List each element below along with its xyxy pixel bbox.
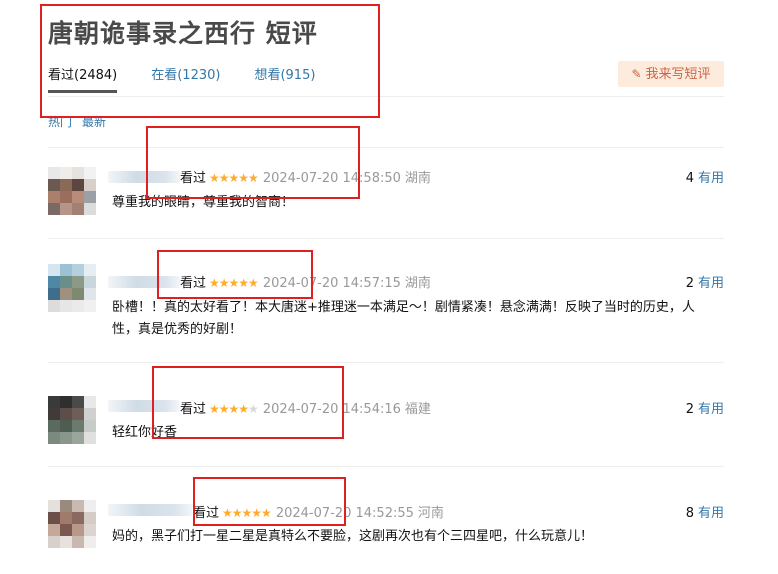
star-rating: ★★★★★ [222, 506, 272, 520]
review-item: 看过 ★★★★★ 2024-07-20 14:58:50 湖南 4 有用 尊重我的眼睛，… [48, 147, 724, 237]
star-rating: ★★★★★ [209, 171, 259, 185]
useful-count: 8 [685, 506, 694, 521]
tab-want-to-watch[interactable]: 想看(915) [254, 64, 315, 93]
useful-count: 2 [685, 402, 694, 417]
star-full: ★★★★★ [222, 506, 272, 520]
review-location: 湖南 [404, 171, 431, 186]
review-time: 2024-07-20 14:52:55 [275, 506, 414, 521]
star-full: ★★★★★ [209, 276, 259, 290]
review-meta: 看过 ★★★★★ 2024-07-20 14:54:16 福建 [180, 398, 431, 417]
review-time: 2024-07-20 14:57:15 [262, 276, 401, 291]
review-content: 卧槽！！真的太好看了！本大唐迷+推理迷一本满足～！剧情紧凑！悬念满满！反映了当时… [112, 300, 695, 337]
review-content: 尊重我的眼睛，尊重我的智商！ [112, 195, 295, 210]
star-full: ★★★★ [209, 402, 249, 416]
review-time: 2024-07-20 14:58:50 [262, 171, 401, 186]
star-empty: ★ [248, 402, 259, 416]
avatar[interactable] [48, 264, 96, 312]
useful-button[interactable]: 有用 [698, 506, 724, 521]
review-meta: 看过 ★★★★★ 2024-07-20 14:57:15 湖南 [180, 272, 431, 291]
username-blurred[interactable] [108, 504, 192, 516]
star-rating: ★★★★★ [209, 276, 259, 290]
page-title: 唐朝诡事录之西行 短评 [48, 19, 318, 48]
header-divider [48, 96, 724, 97]
sort-hot[interactable]: 热门 [48, 115, 72, 129]
watch-status: 看过 [180, 171, 207, 186]
watch-status: 看过 [180, 276, 207, 291]
review-item: 看过 ★★★★★ 2024-07-20 14:57:15 湖南 2 有用 卧槽！！真的太… [48, 238, 724, 362]
username-blurred[interactable] [108, 171, 180, 183]
review-item: 看过 ★★★★★ 2024-07-20 14:52:55 河南 8 有用 妈的，黑子们打… [48, 466, 724, 574]
watch-status: 看过 [193, 506, 220, 521]
write-review-button[interactable]: ✎ 我来写短评 [618, 61, 724, 87]
pencil-icon: ✎ [631, 67, 642, 81]
useful-button[interactable]: 有用 [698, 402, 724, 417]
useful-count: 4 [685, 171, 694, 186]
username-blurred[interactable] [108, 400, 180, 412]
sort-latest[interactable]: 最新 [82, 115, 106, 129]
review-content: 轻红你好香 [112, 425, 178, 440]
useful-count: 2 [685, 276, 694, 291]
review-location: 福建 [404, 402, 431, 417]
useful-vote: 2 有用 [686, 398, 724, 417]
review-location: 湖南 [404, 276, 431, 291]
sort-options: 热门 最新 [48, 113, 116, 130]
useful-vote: 2 有用 [686, 272, 724, 291]
review-content: 妈的，黑子们打一星二星是真特么不要脸，这剧再次也有个三四星吧，什么玩意儿！ [112, 529, 594, 544]
useful-vote: 8 有用 [686, 502, 724, 521]
star-full: ★★★★★ [209, 171, 259, 185]
review-meta: 看过 ★★★★★ 2024-07-20 14:58:50 湖南 [180, 167, 431, 186]
write-review-label: 我来写短评 [645, 67, 711, 82]
avatar[interactable] [48, 396, 96, 444]
watch-status: 看过 [180, 402, 207, 417]
avatar[interactable] [48, 500, 96, 548]
tab-watching[interactable]: 在看(1230) [151, 64, 220, 93]
avatar[interactable] [48, 167, 96, 215]
useful-vote: 4 有用 [686, 167, 724, 186]
useful-button[interactable]: 有用 [698, 276, 724, 291]
tab-watched[interactable]: 看过(2484) [48, 64, 118, 93]
review-time: 2024-07-20 14:54:16 [262, 402, 401, 417]
review-item: 看过 ★★★★★ 2024-07-20 14:54:16 福建 2 有用 轻红你好香 [48, 362, 724, 466]
star-rating: ★★★★★ [209, 402, 259, 416]
username-blurred[interactable] [108, 276, 180, 288]
page: 唐朝诡事录之西行 短评 看过(2484) 在看(1230) 想看(915) ✎ 我… [0, 0, 778, 574]
review-meta: 看过 ★★★★★ 2024-07-20 14:52:55 河南 [193, 502, 444, 521]
review-location: 河南 [417, 506, 444, 521]
tab-bar: 看过(2484) 在看(1230) 想看(915) [48, 64, 349, 93]
useful-button[interactable]: 有用 [698, 171, 724, 186]
